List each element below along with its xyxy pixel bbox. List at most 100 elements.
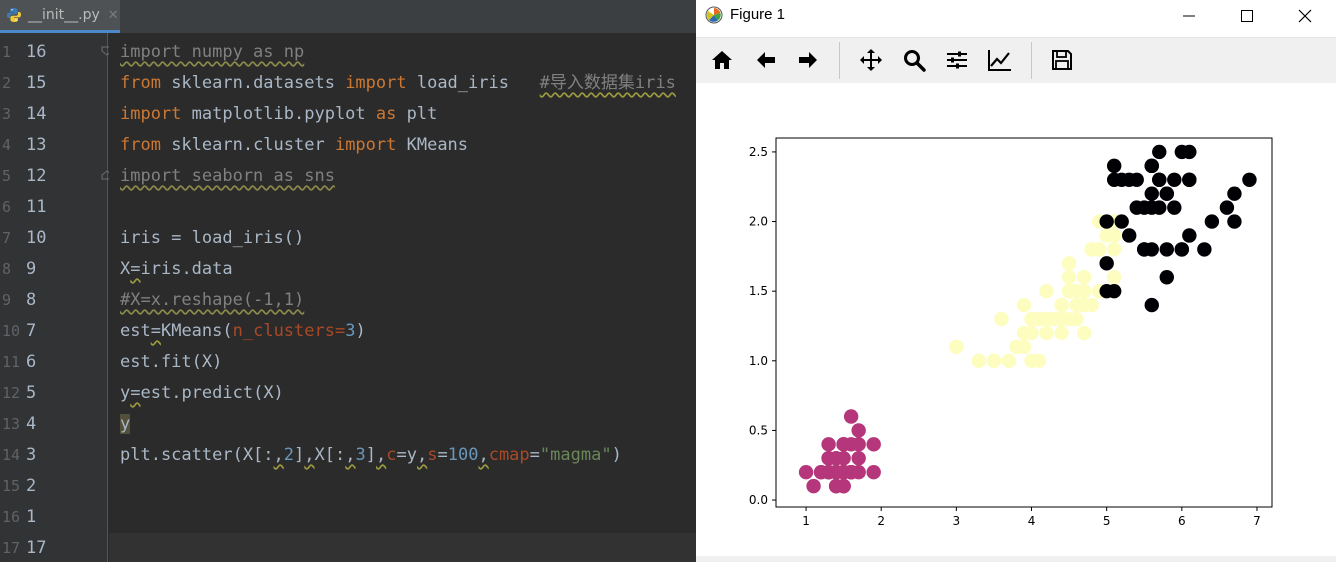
scatter-point (1129, 200, 1144, 215)
forward-button[interactable] (794, 46, 822, 74)
line-number: 8 (2, 260, 12, 278)
close-window-button[interactable] (1276, 0, 1334, 31)
scatter-point (1106, 283, 1122, 299)
gutter-row: 98 (0, 285, 108, 316)
scatter-point (1204, 214, 1220, 229)
subplots-button[interactable] (943, 46, 971, 74)
scatter-point (1009, 339, 1024, 355)
y-tick-label: 0.5 (749, 423, 768, 437)
back-button[interactable] (752, 46, 780, 74)
window-titlebar: Figure 1 (696, 0, 1336, 31)
status-bar (696, 556, 1336, 562)
relative-line-number: 16 (26, 42, 47, 62)
scatter-point (1159, 270, 1174, 285)
line-number: 1 (2, 43, 12, 61)
edit-axes-button[interactable] (986, 46, 1014, 74)
editor-text-area[interactable]: import numpy as np from sklearn.datasets… (109, 33, 696, 562)
relative-line-number: 8 (26, 290, 37, 310)
y-tick-label: 2.5 (749, 145, 768, 159)
editor-tab-bar: __init__.py ✕ (0, 0, 696, 34)
line-number: 6 (2, 198, 12, 216)
scatter-point (1099, 256, 1114, 271)
scatter-point (1084, 242, 1099, 257)
scatter-point (986, 353, 1002, 368)
scatter-point (1106, 158, 1122, 174)
gutter-row: 17 17 (0, 533, 108, 562)
close-icon (1298, 9, 1312, 22)
home-button[interactable] (708, 46, 736, 74)
line-number: 12 (2, 384, 21, 402)
relative-line-number: 11 (26, 197, 47, 217)
file-tab[interactable]: __init__.py ✕ (0, 0, 120, 33)
line-number: 4 (2, 136, 12, 154)
scatter-point (1106, 270, 1122, 285)
line-number: 10 (2, 322, 21, 340)
scatter-point (836, 437, 851, 452)
line-number-gutter: 1 16 2 15 3 14 4 13 5 12 6 11 7 10 8 9 9 8 10 7 11 6 12 5 13 4 14 3… (0, 33, 108, 562)
matplotlib-logo-icon (705, 6, 723, 24)
scatter-point (1076, 325, 1092, 341)
figure-canvas[interactable]: 1 2 3 4 5 6 7 0.0 0.5 1.0 1.5 2.0 2.5 (696, 83, 1336, 558)
scatter-point (1061, 256, 1077, 271)
relative-line-number: 3 (26, 445, 37, 465)
relative-line-number: 14 (26, 104, 47, 124)
back-arrow-icon (757, 52, 775, 68)
scatter-point (843, 409, 859, 424)
scatter-point (821, 437, 836, 452)
scatter-point (1031, 353, 1047, 368)
y-tick-label: 0.0 (749, 493, 768, 507)
line-number: 14 (2, 446, 21, 464)
x-tick-label: 4 (1028, 514, 1036, 528)
minimize-button[interactable] (1160, 0, 1218, 31)
scatter-point (1144, 158, 1159, 174)
gutter-row: 13 4 (0, 409, 108, 440)
save-button[interactable] (1048, 46, 1076, 74)
gutter-row: 12 5 (0, 378, 108, 409)
pan-button[interactable] (857, 46, 885, 74)
code-line-1: import numpy as np (120, 42, 305, 62)
relative-line-number: 10 (26, 228, 47, 248)
toolbar-separator (839, 42, 840, 79)
code-line-7: iris = load_iris() (120, 228, 305, 248)
figure-window: Figure 1 1 2 3 4 5 6 7 0.0 0.5 1.0 1.5 2… (696, 0, 1336, 562)
file-tab-label: __init__.py (28, 7, 100, 23)
code-line-13: y (120, 414, 131, 434)
gutter-row: 4 13 (0, 130, 108, 161)
scatter-point (1016, 297, 1032, 313)
scatter-point (828, 451, 844, 466)
zoom-button[interactable] (900, 46, 928, 74)
close-tab-icon[interactable]: ✕ (108, 8, 119, 23)
relative-line-number: 13 (26, 135, 47, 155)
x-tick-label: 7 (1253, 514, 1261, 528)
relative-line-number: 15 (26, 73, 47, 93)
toolbar-separator (1031, 42, 1032, 79)
code-line-4: from sklearn.cluster import KMeans (120, 135, 469, 155)
scatter-point (1039, 283, 1054, 299)
relative-line-number: 4 (26, 414, 37, 434)
scatter-point (949, 339, 964, 355)
x-tick-label: 2 (877, 514, 885, 528)
scatter-point (1001, 353, 1017, 368)
code-line-12: y=est.predict(X) (120, 383, 284, 403)
x-tick-label: 1 (802, 514, 810, 528)
relative-line-number: 9 (26, 259, 37, 279)
scatter-point (1144, 297, 1159, 313)
line-number: 17 (2, 539, 21, 557)
scatter-point (1076, 283, 1092, 299)
relative-line-number: 12 (26, 166, 47, 186)
relative-line-number: 2 (26, 476, 37, 496)
scatter-point (1046, 311, 1062, 327)
scatter-point (1054, 325, 1069, 341)
current-line-highlight (109, 533, 696, 562)
gutter-row: 7 10 (0, 223, 108, 254)
code-line-14: plt.scatter(X[:,2],X[:,3],c=y,s=100,cmap… (120, 445, 622, 465)
gutter-row: 10 7 (0, 316, 108, 347)
relative-line-number: 7 (26, 321, 37, 341)
scatter-point (1182, 228, 1197, 243)
maximize-button[interactable] (1218, 0, 1276, 31)
line-number: 3 (2, 105, 12, 123)
scatter-point (1076, 270, 1092, 285)
line-number: 13 (2, 415, 21, 433)
scatter-point (1061, 283, 1077, 299)
scatter-point (1129, 172, 1144, 187)
